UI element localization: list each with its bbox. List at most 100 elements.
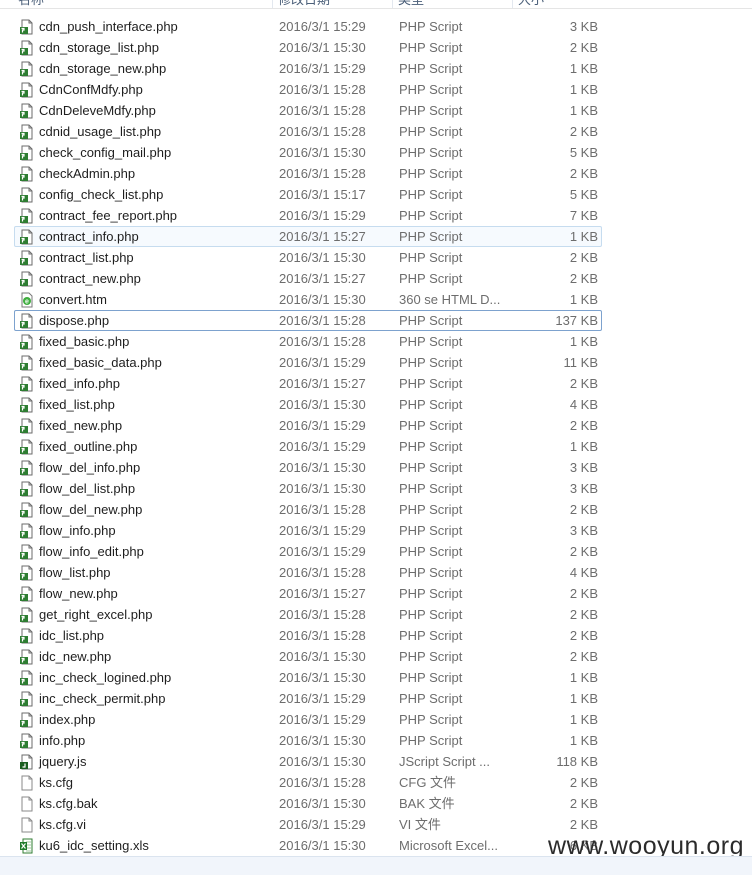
file-type: PHP Script (399, 544, 463, 559)
php-file-icon (19, 628, 35, 644)
file-row[interactable]: fixed_new.php 2016/3/1 15:29 PHP Script 2 K… (14, 415, 602, 436)
file-row[interactable]: flow_del_new.php 2016/3/1 15:28 PHP Script… (14, 499, 602, 520)
file-row[interactable]: inc_check_permit.php 2016/3/1 15:29 PHP Sc… (14, 688, 602, 709)
file-row[interactable]: ks.cfg 2016/3/1 15:28 CFG 文件 2 KB (14, 772, 602, 793)
file-row[interactable]: ks.cfg.vi 2016/3/1 15:29 VI 文件 2 KB (14, 814, 602, 835)
php-file-icon (19, 586, 35, 602)
file-row[interactable]: dispose.php 2016/3/1 15:28 PHP Script 137 K… (14, 310, 602, 331)
file-name: inc_check_logined.php (39, 670, 172, 685)
file-type: PHP Script (399, 40, 463, 55)
file-date: 2016/3/1 15:28 (279, 82, 366, 97)
file-size: 4 KB (569, 397, 598, 412)
file-row[interactable]: contract_list.php 2016/3/1 15:30 PHP Scrip… (14, 247, 602, 268)
file-date: 2016/3/1 15:30 (279, 649, 366, 664)
file-date: 2016/3/1 15:30 (279, 670, 366, 685)
file-row[interactable]: fixed_list.php 2016/3/1 15:30 PHP Script 4 … (14, 394, 602, 415)
file-row[interactable]: get_right_excel.php 2016/3/1 15:28 PHP Scr… (14, 604, 602, 625)
column-header-size[interactable]: 大小 (518, 0, 544, 8)
file-name: fixed_list.php (39, 397, 115, 412)
file-size: 1 KB (569, 82, 598, 97)
file-row[interactable]: flow_list.php 2016/3/1 15:28 PHP Script 4 K… (14, 562, 602, 583)
file-size: 3 KB (569, 481, 598, 496)
file-row[interactable]: inc_check_logined.php 2016/3/1 15:30 PHP S… (14, 667, 602, 688)
file-type: PHP Script (399, 397, 463, 412)
file-row[interactable]: cdn_storage_new.php 2016/3/1 15:29 PHP Scr… (14, 58, 602, 79)
file-name: info.php (39, 733, 86, 748)
file-name: ks.cfg.bak (39, 796, 98, 811)
file-name: ks.cfg.vi (39, 817, 86, 832)
file-name: flow_info.php (39, 523, 116, 538)
file-row[interactable]: contract_new.php 2016/3/1 15:27 PHP Script… (14, 268, 602, 289)
file-row[interactable]: idc_new.php 2016/3/1 15:30 PHP Script 2 KB (14, 646, 602, 667)
file-type: CFG 文件 (399, 775, 457, 790)
file-name: cdn_storage_list.php (39, 40, 159, 55)
file-type: Microsoft Excel... (399, 838, 498, 853)
php-file-icon (19, 418, 35, 434)
file-size: 3 KB (569, 19, 598, 34)
column-divider[interactable] (272, 0, 273, 8)
file-row[interactable]: fixed_basic_data.php 2016/3/1 15:29 PHP Sc… (14, 352, 602, 373)
file-type: PHP Script (399, 460, 463, 475)
file-row[interactable]: flow_del_list.php 2016/3/1 15:30 PHP Scrip… (14, 478, 602, 499)
file-row[interactable]: flow_new.php 2016/3/1 15:27 PHP Script 2 KB (14, 583, 602, 604)
file-row[interactable]: contract_info.php 2016/3/1 15:27 PHP Scrip… (14, 226, 602, 247)
file-name: config_check_list.php (39, 187, 164, 202)
file-row[interactable]: jquery.js 2016/3/1 15:30 JScript Script ..… (14, 751, 602, 772)
file-name: idc_list.php (39, 628, 105, 643)
blank-file-icon (19, 796, 35, 812)
file-name: get_right_excel.php (39, 607, 153, 622)
php-file-icon (19, 61, 35, 77)
file-name: jquery.js (39, 754, 87, 769)
file-type: PHP Script (399, 502, 463, 517)
file-row[interactable]: contract_fee_report.php 2016/3/1 15:29 PHP… (14, 205, 602, 226)
file-row[interactable]: index.php 2016/3/1 15:29 PHP Script 1 KB (14, 709, 602, 730)
file-date: 2016/3/1 15:28 (279, 103, 366, 118)
file-size: 2 KB (569, 418, 598, 433)
file-row[interactable]: fixed_outline.php 2016/3/1 15:29 PHP Scrip… (14, 436, 602, 457)
file-size: 1 KB (569, 334, 598, 349)
file-row[interactable]: cdn_push_interface.php 2016/3/1 15:29 PHP … (14, 16, 602, 37)
file-date: 2016/3/1 15:30 (279, 40, 366, 55)
file-row[interactable]: flow_info_edit.php 2016/3/1 15:29 PHP Scri… (14, 541, 602, 562)
file-row[interactable]: CdnDeleveMdfy.php 2016/3/1 15:28 PHP Scrip… (14, 100, 602, 121)
column-header-name[interactable]: 名称 (18, 0, 44, 8)
file-row[interactable]: checkAdmin.php 2016/3/1 15:28 PHP Script 2 … (14, 163, 602, 184)
file-row[interactable]: cdn_storage_list.php 2016/3/1 15:30 PHP Sc… (14, 37, 602, 58)
column-header-type[interactable]: 类型 (398, 0, 424, 8)
file-row[interactable]: info.php 2016/3/1 15:30 PHP Script 1 KB (14, 730, 602, 751)
file-row[interactable]: config_check_list.php 2016/3/1 15:17 PHP S… (14, 184, 602, 205)
file-row[interactable]: CdnConfMdfy.php 2016/3/1 15:28 PHP Script 1… (14, 79, 602, 100)
file-size: 11 KB (563, 355, 598, 370)
file-size: 2 KB (569, 544, 598, 559)
file-row[interactable]: check_config_mail.php 2016/3/1 15:30 PHP S… (14, 142, 602, 163)
file-row[interactable]: fixed_info.php 2016/3/1 15:27 PHP Script 2 … (14, 373, 602, 394)
file-name: dispose.php (39, 313, 110, 328)
file-name: flow_del_list.php (39, 481, 136, 496)
file-type: PHP Script (399, 481, 463, 496)
file-type: PHP Script (399, 712, 463, 727)
file-type: BAK 文件 (399, 796, 455, 811)
blank-file-icon (19, 775, 35, 791)
file-row[interactable]: ku6_idc_setting.xls 2016/3/1 15:30 Microso… (14, 835, 602, 856)
file-row[interactable]: ks.cfg.bak 2016/3/1 15:30 BAK 文件 2 KB (14, 793, 602, 814)
file-row[interactable]: idc_list.php 2016/3/1 15:28 PHP Script 2 KB (14, 625, 602, 646)
file-size: 1 KB (569, 103, 598, 118)
file-size: 2 KB (569, 502, 598, 517)
file-name: fixed_info.php (39, 376, 120, 391)
column-header-date[interactable]: 修改日期 (278, 0, 330, 8)
file-date: 2016/3/1 15:28 (279, 502, 366, 517)
file-size: 2 KB (569, 166, 598, 181)
column-divider[interactable] (512, 0, 513, 8)
php-file-icon (19, 376, 35, 392)
file-row[interactable]: fixed_basic.php 2016/3/1 15:28 PHP Script 1… (14, 331, 602, 352)
column-divider[interactable] (392, 0, 393, 8)
file-name: index.php (39, 712, 96, 727)
file-type: PHP Script (399, 691, 463, 706)
file-row[interactable]: flow_info.php 2016/3/1 15:29 PHP Script 3 K… (14, 520, 602, 541)
file-row[interactable]: cdnid_usage_list.php 2016/3/1 15:28 PHP Sc… (14, 121, 602, 142)
file-row[interactable]: e convert.htm 2016/3/1 15:30 360 se HTML D.… (14, 289, 602, 310)
file-row[interactable]: flow_del_info.php 2016/3/1 15:30 PHP Scrip… (14, 457, 602, 478)
file-size: 2 KB (569, 376, 598, 391)
file-name: inc_check_permit.php (39, 691, 166, 706)
file-date: 2016/3/1 15:17 (279, 187, 366, 202)
